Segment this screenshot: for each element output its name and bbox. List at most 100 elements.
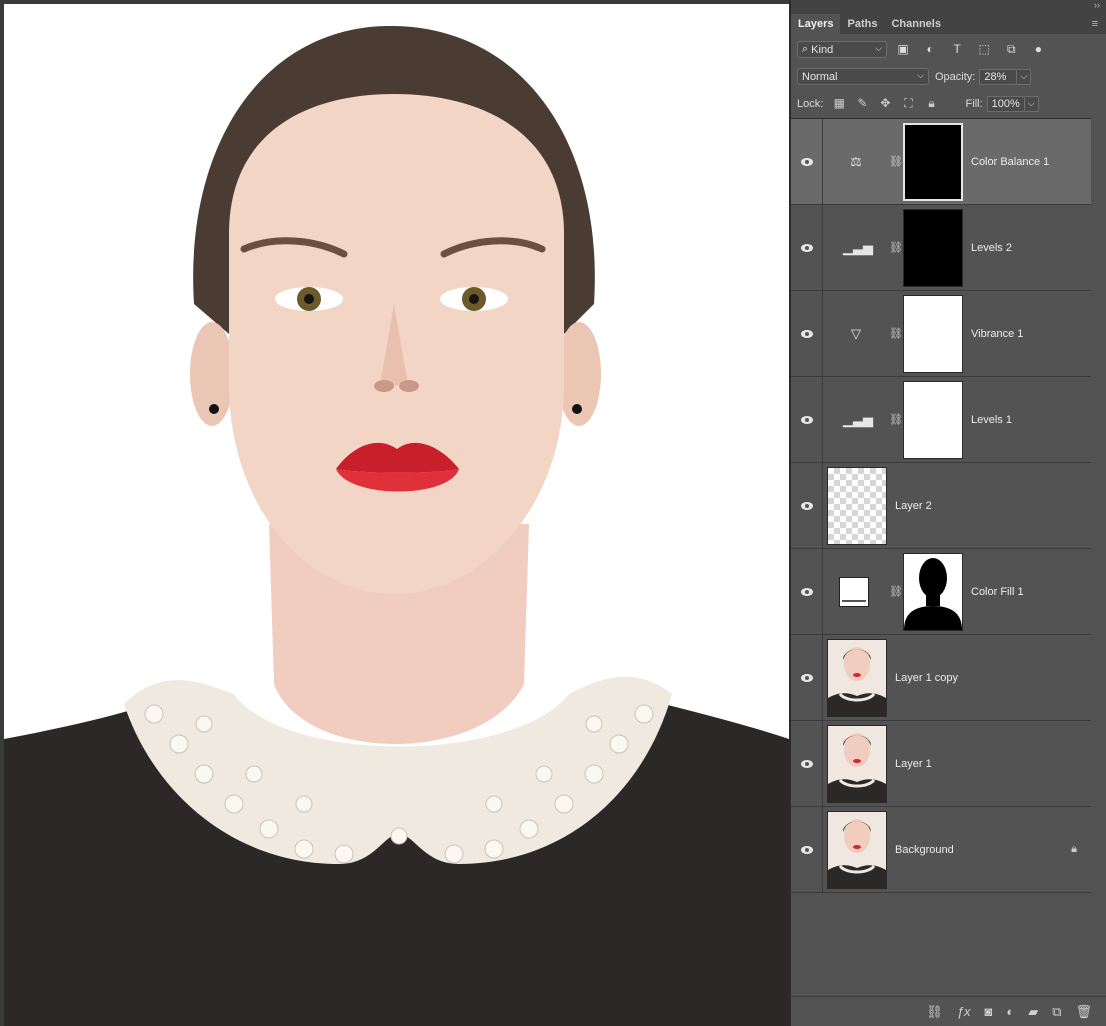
eye-icon <box>800 243 813 252</box>
layer-row[interactable]: ▁▃▅ ⛓ Levels 1 <box>791 377 1091 463</box>
layer-name[interactable]: Color Balance 1 <box>971 156 1049 168</box>
lock-icons: ▦ ✎ ✥ ⛶ 🔒︎ <box>827 96 939 111</box>
link-layers-icon[interactable]: ⛓ <box>926 1004 943 1020</box>
lock-position-icon[interactable]: ✥ <box>877 96 893 110</box>
eye-icon <box>800 157 813 166</box>
lock-all-icon[interactable]: 🔒︎ <box>924 96 940 111</box>
layer-name[interactable]: Layer 1 <box>895 758 932 770</box>
link-icon[interactable]: ⛓ <box>889 585 903 598</box>
smart-object-filter-icon[interactable]: ⧉ <box>1003 42 1019 57</box>
portrait-thumbnail[interactable] <box>827 811 887 889</box>
layer-mask-thumbnail[interactable] <box>903 123 963 201</box>
add-mask-icon[interactable]: ◙ <box>984 1004 992 1019</box>
visibility-toggle[interactable] <box>791 119 823 204</box>
link-icon[interactable]: ⛓ <box>889 241 903 254</box>
visibility-toggle[interactable] <box>791 377 823 462</box>
chevron-down-icon: ⌵ <box>917 70 924 80</box>
filter-toggle-icon[interactable]: ● <box>1030 42 1046 56</box>
lock-transparent-icon[interactable]: ▦ <box>831 96 847 110</box>
visibility-toggle[interactable] <box>791 721 823 806</box>
new-group-folder-icon[interactable]: ▰ <box>1028 1004 1038 1020</box>
pixel-filter-icon[interactable]: ▣ <box>895 42 911 56</box>
collapse-panel-icon[interactable]: ›› <box>1094 0 1100 10</box>
fill-dropdown-icon[interactable]: ⌵ <box>1024 95 1039 112</box>
visibility-toggle[interactable] <box>791 463 823 548</box>
blend-mode-value: Normal <box>802 70 838 83</box>
portrait-image <box>4 4 789 1026</box>
lock-artboard-icon[interactable]: ⛶ <box>900 96 916 111</box>
fill-input[interactable]: 100% <box>986 95 1025 112</box>
layer-row[interactable]: Background 🔒︎ <box>791 807 1091 893</box>
opacity-dropdown-icon[interactable]: ⌵ <box>1017 68 1032 85</box>
link-icon[interactable]: ⛓ <box>889 413 903 426</box>
eye-icon <box>800 415 813 424</box>
layer-name[interactable]: Layer 2 <box>895 500 932 512</box>
link-icon[interactable]: ⛓ <box>889 155 903 168</box>
portrait-thumbnail-image <box>828 819 886 888</box>
layer-name[interactable]: Levels 2 <box>971 242 1012 254</box>
filter-row: ⌕ Kind ⌵ ▣ ◐ T ⬚ ⧉ ● <box>791 36 1106 63</box>
link-icon[interactable]: ⛓ <box>889 327 903 340</box>
blend-row: Normal ⌵ Opacity: 28% ⌵ <box>791 63 1106 90</box>
layer-mask-thumbnail[interactable] <box>903 209 963 287</box>
visibility-toggle[interactable] <box>791 291 823 376</box>
layer-row[interactable]: Layer 1 <box>791 721 1091 807</box>
portrait-thumbnail-image <box>828 647 886 716</box>
tab-paths[interactable]: Paths <box>840 14 884 34</box>
lock-pixels-icon[interactable]: ✎ <box>854 96 870 110</box>
panel-tabs: Layers Paths Channels ≡ <box>791 12 1106 34</box>
visibility-toggle[interactable] <box>791 807 823 892</box>
type-filter-icon[interactable]: T <box>949 42 965 56</box>
visibility-toggle[interactable] <box>791 205 823 290</box>
opacity-label: Opacity: <box>935 70 976 83</box>
new-adjustment-layer-icon[interactable]: ◐ <box>1006 1004 1014 1019</box>
lock-icon[interactable]: 🔒︎ <box>1071 843 1077 856</box>
layer-row[interactable]: ▽ ⛓ Vibrance 1 <box>791 291 1091 377</box>
canvas-image-area[interactable] <box>4 4 789 1026</box>
balance-icon: ⚖ <box>850 153 862 169</box>
vibrance-icon: ▽ <box>851 325 861 341</box>
eye-icon <box>800 845 813 854</box>
eye-icon <box>800 329 813 338</box>
layer-row[interactable]: Layer 2 <box>791 463 1091 549</box>
fill-label: Fill: <box>965 97 983 110</box>
layers-list: ⚖ ⛓ Color Balance 1 ▁▃▅ ⛓ Levels 2 ▽ ⛓ V… <box>791 118 1091 893</box>
adjustment-filter-icon[interactable]: ◐ <box>922 42 938 56</box>
eye-icon <box>800 673 813 682</box>
portrait-thumbnail[interactable] <box>827 639 887 717</box>
tab-channels[interactable]: Channels <box>884 14 948 34</box>
layer-name[interactable]: Vibrance 1 <box>971 328 1023 340</box>
layer-row[interactable]: ▁▃▅ ⛓ Levels 2 <box>791 205 1091 291</box>
transparent-thumbnail[interactable] <box>827 467 887 545</box>
layer-name[interactable]: Color Fill 1 <box>971 586 1024 598</box>
levels-icon: ▁▃▅ <box>843 411 873 427</box>
portrait-thumbnail[interactable] <box>827 725 887 803</box>
tab-layers[interactable]: Layers <box>791 14 841 34</box>
shape-filter-icon[interactable]: ⬚ <box>976 42 992 56</box>
search-icon: ⌕ <box>802 43 809 55</box>
blend-mode-select[interactable]: Normal ⌵ <box>797 68 929 85</box>
layer-name[interactable]: Background <box>895 844 954 856</box>
layer-row[interactable]: ⛓ Color Fill 1 <box>791 549 1091 635</box>
color-fill-icon[interactable] <box>839 577 869 607</box>
document-canvas[interactable] <box>0 0 789 1026</box>
visibility-toggle[interactable] <box>791 635 823 720</box>
layer-row[interactable]: Layer 1 copy <box>791 635 1091 721</box>
layer-style-fx-icon[interactable]: ƒx <box>957 1004 971 1019</box>
opacity-input[interactable]: 28% <box>979 68 1018 85</box>
layer-name[interactable]: Layer 1 copy <box>895 672 958 684</box>
layer-row[interactable]: ⚖ ⛓ Color Balance 1 <box>791 119 1091 205</box>
layer-name[interactable]: Levels 1 <box>971 414 1012 426</box>
lock-label: Lock: <box>797 97 824 110</box>
layer-mask-thumbnail[interactable] <box>903 381 963 459</box>
layer-mask-thumbnail[interactable] <box>903 295 963 373</box>
filter-kind-select[interactable]: ⌕ Kind ⌵ <box>797 41 887 58</box>
filter-icons: ▣ ◐ T ⬚ ⧉ ● <box>887 42 1046 57</box>
layer-mask-thumbnail[interactable] <box>903 553 963 631</box>
visibility-toggle[interactable] <box>791 549 823 634</box>
eye-icon <box>800 759 813 768</box>
trash-icon[interactable]: 🗑︎ <box>1075 1004 1092 1020</box>
new-layer-icon[interactable]: ⧉ <box>1052 1004 1061 1020</box>
panel-menu-icon[interactable]: ≡ <box>1092 18 1098 30</box>
chevron-down-icon: ⌵ <box>875 43 882 53</box>
